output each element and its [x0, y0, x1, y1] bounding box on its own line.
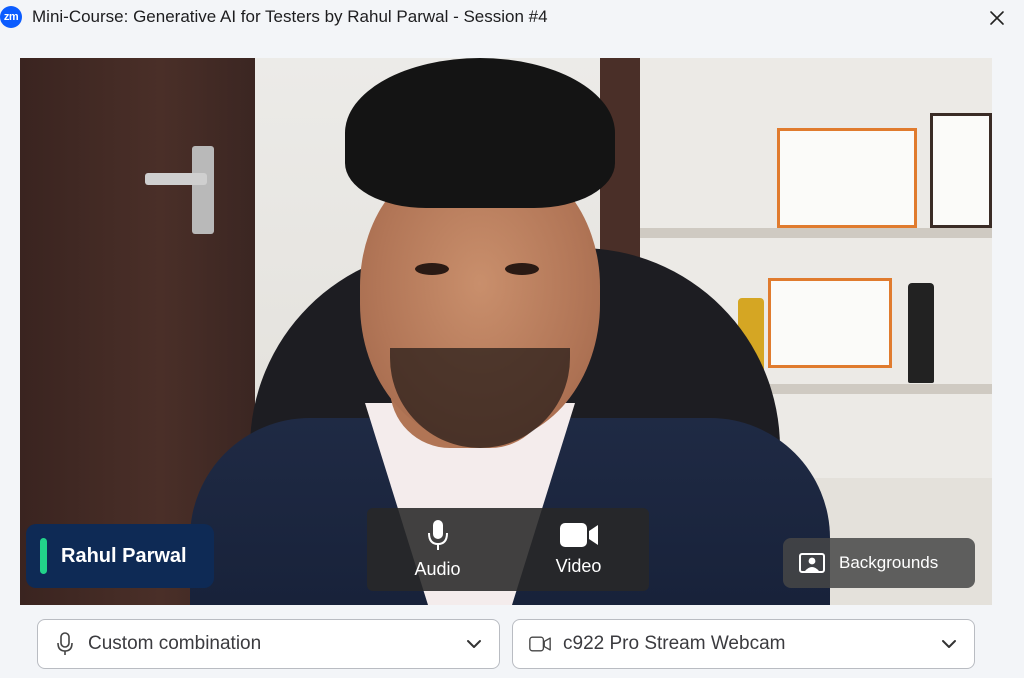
preview-controls: Audio Video — [367, 508, 649, 591]
participant-name-tag: Rahul Parwal — [26, 524, 214, 588]
video-device-select[interactable]: c922 Pro Stream Webcam — [512, 619, 975, 669]
chevron-down-icon — [940, 639, 958, 649]
title-bar: zm Mini-Course: Generative AI for Tester… — [0, 0, 1024, 36]
audio-device-select[interactable]: Custom combination — [37, 619, 500, 669]
video-camera-outline-icon — [529, 635, 551, 653]
video-preview: Rahul Parwal Audio Video Backgrounds — [20, 58, 992, 605]
window-title: Mini-Course: Generative AI for Testers b… — [32, 7, 548, 26]
video-camera-icon — [559, 523, 598, 547]
zoom-logo-icon: zm — [0, 6, 22, 28]
audio-label: Audio — [414, 559, 461, 579]
close-button[interactable] — [984, 5, 1010, 31]
scene-door-handle — [145, 173, 207, 185]
background-portrait-icon — [799, 553, 825, 573]
scene-certificate — [930, 113, 992, 228]
scene-certificate — [777, 128, 917, 228]
video-button[interactable]: Video — [508, 508, 649, 591]
video-device-value: c922 Pro Stream Webcam — [563, 633, 786, 654]
microphone-icon — [427, 520, 448, 550]
microphone-outline-icon — [54, 632, 76, 656]
speaking-indicator — [40, 538, 47, 574]
scene-certificate — [768, 278, 892, 368]
scene-eye — [505, 263, 539, 275]
scene-eye — [415, 263, 449, 275]
scene-trophy — [908, 283, 934, 383]
audio-device-value: Custom combination — [88, 633, 262, 654]
scene-door-plate — [192, 146, 214, 234]
participant-name: Rahul Parwal — [61, 544, 187, 567]
scene-shelf-board — [630, 228, 992, 238]
scene-hair — [345, 58, 615, 208]
close-icon — [990, 11, 1004, 25]
chevron-down-icon — [465, 639, 483, 649]
video-label: Video — [555, 556, 602, 576]
audio-button[interactable]: Audio — [367, 508, 508, 591]
backgrounds-button[interactable]: Backgrounds — [783, 538, 975, 588]
backgrounds-label: Backgrounds — [839, 553, 939, 572]
